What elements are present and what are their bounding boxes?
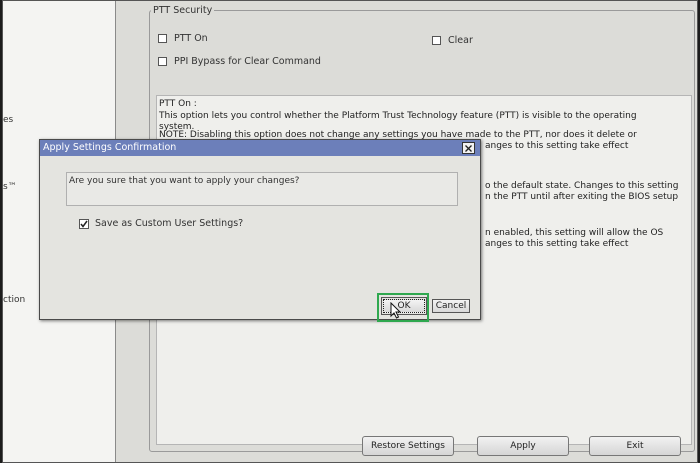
exit-button[interactable]: Exit	[589, 436, 681, 456]
apply-button[interactable]: Apply	[477, 436, 569, 456]
description-line: This option lets you control whether the…	[159, 111, 637, 121]
tree-item[interactable]: ction	[3, 295, 25, 305]
question-box: Are you sure that you want to apply your…	[66, 172, 458, 206]
ppi-bypass-label: PPI Bypass for Clear Command	[174, 56, 321, 67]
ptt-on-checkbox[interactable]	[158, 34, 167, 43]
ptt-on-label: PTT On	[174, 33, 208, 44]
confirm-question: Are you sure that you want to apply your…	[69, 176, 300, 186]
save-custom-label: Save as Custom User Settings?	[95, 218, 244, 229]
restore-settings-button[interactable]: Restore Settings	[362, 436, 454, 456]
tree-item[interactable]: s™	[3, 182, 17, 192]
clear-checkbox[interactable]	[432, 36, 441, 45]
description-line: n the PTT until after exiting the BIOS s…	[485, 192, 679, 202]
description-line: PTT On :	[159, 99, 197, 109]
clear-label: Clear	[448, 35, 473, 46]
save-custom-checkbox[interactable]	[79, 219, 89, 229]
description-line: n enabled, this setting will allow the O…	[485, 228, 664, 238]
dialog-title: Apply Settings Confirmation	[43, 142, 177, 153]
description-line: anges to this setting take effect	[485, 239, 629, 249]
tree-item[interactable]: es	[3, 115, 13, 125]
group-title: PTT Security	[151, 5, 215, 16]
dialog-close-button[interactable]	[462, 142, 475, 154]
dialog-title-bar[interactable]: Apply Settings Confirmation	[40, 140, 480, 156]
description-line: o the default state. Changes to this set…	[485, 181, 679, 191]
ppi-bypass-checkbox[interactable]	[158, 57, 167, 66]
cancel-button[interactable]: Cancel	[432, 299, 470, 313]
checkmark-icon	[80, 220, 88, 228]
mouse-cursor-icon	[390, 302, 402, 319]
description-line: anges to this setting take effect	[485, 141, 629, 151]
close-icon	[465, 144, 472, 152]
ok-highlight-box	[377, 293, 429, 322]
